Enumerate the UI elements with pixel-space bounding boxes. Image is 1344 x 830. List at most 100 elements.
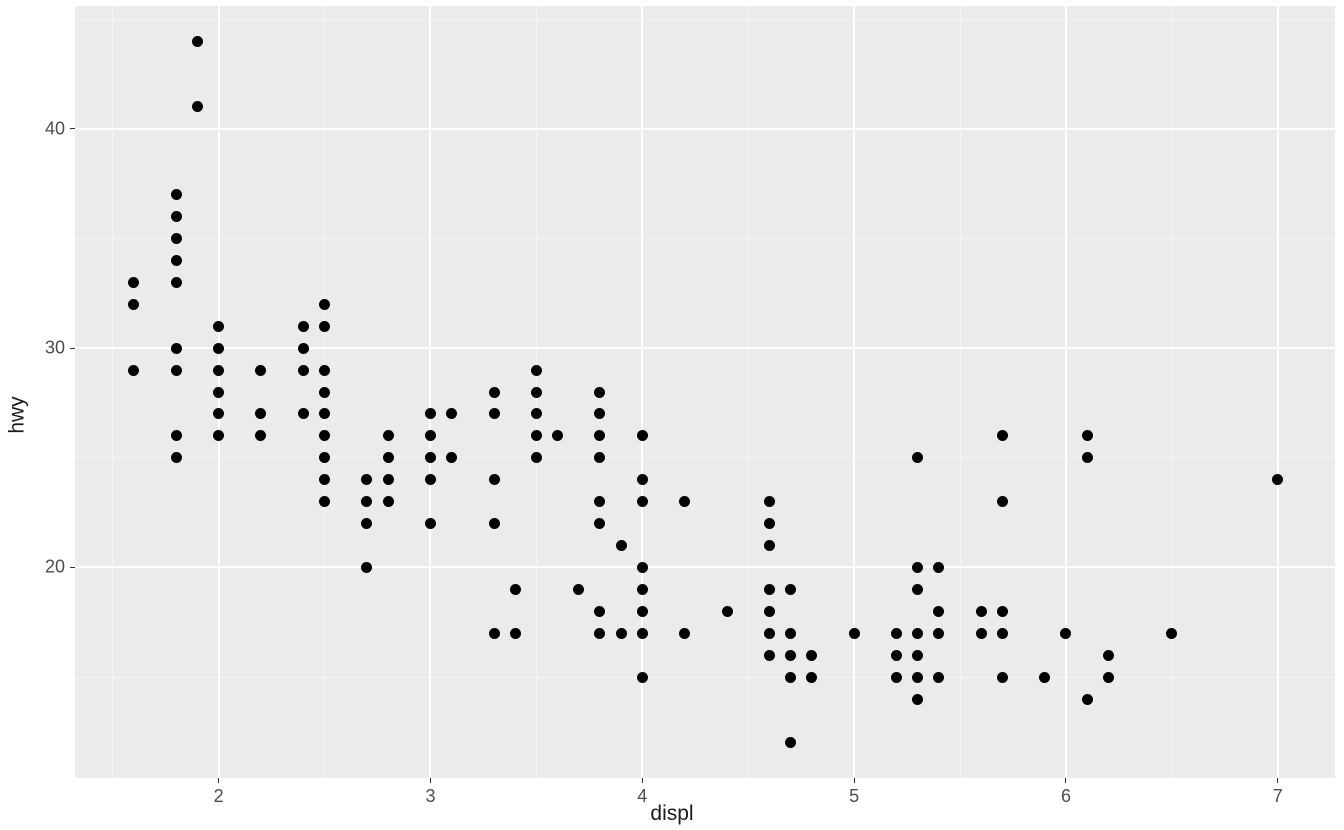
data-point — [594, 408, 605, 419]
data-point — [764, 496, 775, 507]
grid-minor-y — [75, 238, 1335, 239]
data-point — [997, 496, 1008, 507]
data-point — [933, 672, 944, 683]
data-point — [425, 518, 436, 529]
data-point — [298, 408, 309, 419]
data-point — [213, 430, 224, 441]
data-point — [319, 387, 330, 398]
data-point — [997, 672, 1008, 683]
data-point — [383, 496, 394, 507]
data-point — [976, 606, 987, 617]
data-point — [255, 365, 266, 376]
data-point — [425, 452, 436, 463]
data-point — [171, 365, 182, 376]
data-point — [361, 496, 372, 507]
data-point — [213, 321, 224, 332]
data-point — [383, 474, 394, 485]
y-tick-label: 30 — [45, 338, 75, 359]
data-point — [785, 584, 796, 595]
data-point — [171, 343, 182, 354]
data-point — [531, 452, 542, 463]
data-point — [594, 430, 605, 441]
data-point — [319, 452, 330, 463]
x-axis-label: displ — [0, 802, 1344, 826]
data-point — [912, 694, 923, 705]
y-axis-label: hwy — [6, 0, 30, 830]
data-point — [891, 672, 902, 683]
x-tick-label: 3 — [425, 778, 435, 807]
data-point — [594, 518, 605, 529]
data-point — [446, 452, 457, 463]
data-point — [997, 606, 1008, 617]
data-point — [764, 584, 775, 595]
data-point — [637, 496, 648, 507]
data-point — [785, 650, 796, 661]
grid-minor-x — [960, 6, 961, 778]
plot-panel: 203040234567 — [75, 6, 1335, 778]
data-point — [213, 365, 224, 376]
data-point — [849, 628, 860, 639]
data-point — [319, 496, 330, 507]
data-point — [489, 628, 500, 639]
data-point — [319, 299, 330, 310]
data-point — [383, 430, 394, 441]
data-point — [637, 474, 648, 485]
data-point — [361, 562, 372, 573]
data-point — [891, 650, 902, 661]
data-point — [1166, 628, 1177, 639]
data-point — [594, 496, 605, 507]
data-point — [1039, 672, 1050, 683]
data-point — [128, 365, 139, 376]
data-point — [679, 628, 690, 639]
data-point — [425, 430, 436, 441]
data-point — [764, 540, 775, 551]
data-point — [1082, 694, 1093, 705]
data-point — [171, 233, 182, 244]
grid-major-x — [1277, 6, 1279, 778]
data-point — [1060, 628, 1071, 639]
x-axis-label-text: displ — [650, 802, 693, 825]
data-point — [319, 408, 330, 419]
grid-major-x — [429, 6, 431, 778]
data-point — [997, 430, 1008, 441]
data-point — [361, 518, 372, 529]
data-point — [997, 628, 1008, 639]
data-point — [319, 321, 330, 332]
data-point — [637, 562, 648, 573]
data-point — [446, 408, 457, 419]
data-point — [171, 277, 182, 288]
grid-minor-x — [1171, 6, 1172, 778]
grid-minor-y — [75, 457, 1335, 458]
data-point — [806, 650, 817, 661]
data-point — [912, 584, 923, 595]
data-point — [171, 189, 182, 200]
data-point — [785, 672, 796, 683]
data-point — [1272, 474, 1283, 485]
data-point — [637, 606, 648, 617]
data-point — [213, 343, 224, 354]
data-point — [764, 628, 775, 639]
data-point — [594, 628, 605, 639]
data-point — [192, 36, 203, 47]
data-point — [912, 628, 923, 639]
data-point — [806, 672, 817, 683]
data-point — [1103, 672, 1114, 683]
data-point — [616, 628, 627, 639]
x-tick-label: 6 — [1061, 778, 1071, 807]
grid-major-x — [853, 6, 855, 778]
data-point — [531, 365, 542, 376]
data-point — [298, 365, 309, 376]
data-point — [933, 562, 944, 573]
data-point — [128, 277, 139, 288]
data-point — [510, 584, 521, 595]
data-point — [637, 672, 648, 683]
data-point — [594, 452, 605, 463]
data-point — [489, 387, 500, 398]
data-point — [637, 430, 648, 441]
data-point — [171, 211, 182, 222]
data-point — [764, 606, 775, 617]
data-point — [912, 650, 923, 661]
data-point — [912, 672, 923, 683]
data-point — [616, 540, 627, 551]
grid-minor-x — [748, 6, 749, 778]
